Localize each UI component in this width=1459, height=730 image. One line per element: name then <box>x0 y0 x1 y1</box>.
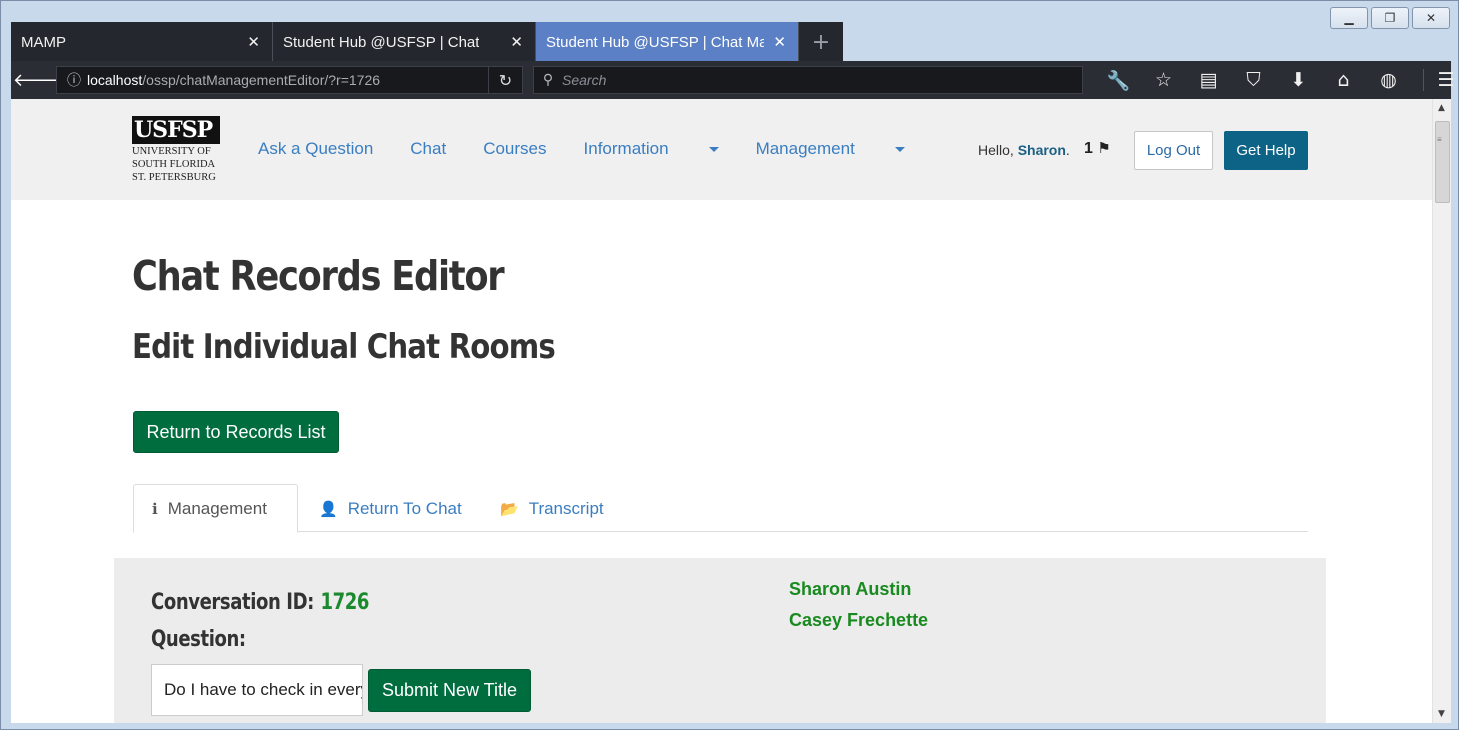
get-help-button[interactable]: Get Help <box>1224 131 1308 170</box>
nav-information-label: Information <box>583 139 669 158</box>
content-tabs: ℹ Management 👤 Return To Chat 📂 Transcri… <box>133 484 1308 533</box>
site-header: USFSP UNIVERSITY OF SOUTH FLORIDA ST. PE… <box>11 99 1432 200</box>
browser-tab-strip: MAMP ✕ Student Hub @USFSP | Chat ✕ Stude… <box>11 22 843 62</box>
site-info-icon[interactable]: ⓘ <box>61 70 87 90</box>
url-text: localhost/ossp/chatManagementEditor/?r=1… <box>87 72 380 88</box>
browser-tab-mamp[interactable]: MAMP ✕ <box>11 22 273 62</box>
wrench-icon[interactable]: 🔧 <box>1096 69 1141 92</box>
return-to-records-button[interactable]: Return to Records List <box>133 411 339 453</box>
tab-close-icon[interactable]: ✕ <box>773 33 786 51</box>
hamburger-menu-icon[interactable]: ☰ <box>1423 69 1459 91</box>
tab-label: Student Hub @USFSP | Chat <box>283 33 480 51</box>
caret-down-icon <box>894 147 905 153</box>
back-arrow-icon[interactable]: 🡐 <box>13 64 61 96</box>
scroll-up-arrow-icon[interactable]: ▲ <box>1438 103 1445 113</box>
flag-icon: ⚑ <box>1097 139 1111 157</box>
greeting-text: Hello, <box>978 142 1014 158</box>
search-input[interactable]: ⚲ Search <box>533 66 1083 94</box>
bookmark-star-icon[interactable]: ☆ <box>1141 69 1186 91</box>
search-placeholder: Search <box>562 72 607 88</box>
nav-chat[interactable]: Chat <box>410 139 446 159</box>
usfsp-logo[interactable]: USFSP UNIVERSITY OF SOUTH FLORIDA ST. PE… <box>132 116 222 183</box>
minimize-icon[interactable]: ▁ <box>1330 7 1368 29</box>
nav-information-dropdown[interactable]: Information <box>584 139 719 159</box>
folder-open-icon: 📂 <box>500 499 519 518</box>
logo-line: ST. PETERSBURG <box>132 172 216 183</box>
logo-mark: USFSP <box>132 116 220 144</box>
logo-line: UNIVERSITY OF <box>132 146 211 157</box>
url-path: /ossp/chatManagementEditor/?r=1726 <box>142 72 381 88</box>
search-icon: ⚲ <box>542 72 554 88</box>
question-title-input[interactable]: Do I have to check in every day? <box>151 664 363 716</box>
scroll-down-arrow-icon[interactable]: ▼ <box>1438 709 1445 719</box>
main-nav: Ask a Question Chat Courses Information … <box>258 139 942 159</box>
logo-line: SOUTH FLORIDA <box>132 159 216 170</box>
user-icon: 👤 <box>319 499 338 518</box>
navigation-toolbar: 🡐 ⓘ localhost/ossp/chatManagementEditor/… <box>11 61 1455 99</box>
nav-ask-question[interactable]: Ask a Question <box>258 139 373 159</box>
nav-management-label: Management <box>755 139 855 158</box>
logout-button[interactable]: Log Out <box>1134 131 1213 170</box>
grip-icon: ≡ <box>1437 135 1442 144</box>
caret-down-icon <box>708 147 719 153</box>
info-icon: ℹ <box>152 499 158 518</box>
tab-label: MAMP <box>21 33 66 51</box>
vertical-scrollbar[interactable]: ▲ ≡ ▼ <box>1432 99 1451 723</box>
browser-tab-chat-management[interactable]: Student Hub @USFSP | Chat Management ✕ <box>536 22 799 62</box>
user-greeting: Hello, Sharon. <box>978 142 1070 158</box>
user-name[interactable]: Sharon <box>1018 142 1066 158</box>
page-subtitle: Edit Individual Chat Rooms <box>132 327 556 367</box>
tab-management[interactable]: ℹ Management <box>133 484 298 533</box>
conversation-id-value: 1726 <box>320 590 370 615</box>
close-icon[interactable]: ✕ <box>1412 7 1450 29</box>
download-icon[interactable]: ⬇ <box>1276 69 1321 91</box>
tab-close-icon[interactable]: ✕ <box>510 33 523 51</box>
conversation-id-label: Conversation ID: <box>151 590 314 615</box>
notifications[interactable]: 1 ⚑ <box>1084 139 1111 158</box>
participant-name[interactable]: Casey Frechette <box>789 610 928 631</box>
extension-icon[interactable]: ◍ <box>1366 69 1411 91</box>
page-viewport: USFSP UNIVERSITY OF SOUTH FLORIDA ST. PE… <box>11 99 1451 723</box>
reload-icon[interactable]: ↻ <box>488 67 522 93</box>
tab-label: Student Hub @USFSP | Chat Management <box>546 33 764 51</box>
tab-close-icon[interactable]: ✕ <box>247 33 260 51</box>
notification-count: 1 <box>1084 140 1093 157</box>
home-icon[interactable]: ⌂ <box>1321 69 1366 91</box>
tab-transcript[interactable]: 📂 Transcript <box>482 484 622 533</box>
pocket-icon[interactable]: ⛉ <box>1231 69 1276 91</box>
conversation-id-row: Conversation ID: 1726 <box>151 590 369 615</box>
browser-toolbar-icons: 🔧 ☆ ▤ ⛉ ⬇ ⌂ ◍ ☰ <box>1096 61 1459 99</box>
reading-list-icon[interactable]: ▤ <box>1186 69 1231 91</box>
question-label: Question: <box>151 627 246 652</box>
tab-label: Transcript <box>528 498 604 518</box>
tab-label: Return To Chat <box>347 498 462 518</box>
browser-window: ▁ ❐ ✕ MAMP ✕ Student Hub @USFSP | Chat ✕… <box>0 0 1459 730</box>
nav-management-dropdown[interactable]: Management <box>756 139 905 159</box>
management-panel: Conversation ID: 1726 Question: Do I have… <box>114 558 1326 723</box>
new-tab-icon[interactable]: + <box>799 22 843 62</box>
tab-label: Management <box>167 498 267 518</box>
address-bar[interactable]: ⓘ localhost/ossp/chatManagementEditor/?r… <box>56 66 523 94</box>
browser-tab-chat[interactable]: Student Hub @USFSP | Chat ✕ <box>273 22 536 62</box>
maximize-icon[interactable]: ❐ <box>1371 7 1409 29</box>
scrollbar-thumb[interactable] <box>1435 121 1450 203</box>
participant-name[interactable]: Sharon Austin <box>789 579 911 600</box>
window-controls: ▁ ❐ ✕ <box>1330 7 1450 29</box>
url-host: localhost <box>87 72 143 88</box>
nav-courses[interactable]: Courses <box>483 139 546 159</box>
page-title: Chat Records Editor <box>132 252 505 300</box>
tab-return-to-chat[interactable]: 👤 Return To Chat <box>301 484 480 533</box>
submit-new-title-button[interactable]: Submit New Title <box>368 669 531 712</box>
